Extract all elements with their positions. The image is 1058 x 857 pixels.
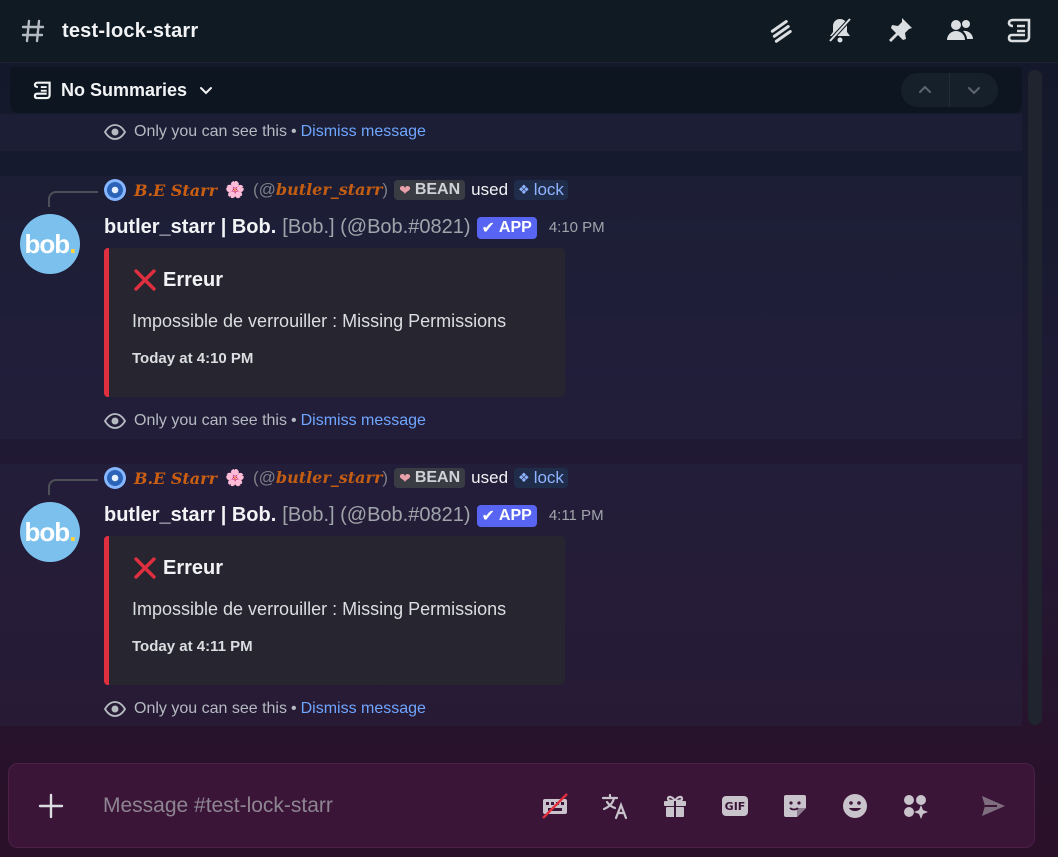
chevron-up-icon[interactable] <box>901 73 949 107</box>
apps-icon: ❖ <box>518 470 530 485</box>
cross-mark-icon <box>131 266 159 294</box>
timestamp[interactable]: 4:10 PM <box>549 219 605 236</box>
reply-context[interactable]: B.E Starr 🌸 (@butler_starr) ❤ BEAN used ❖… <box>104 467 568 489</box>
heart-icon: ❤ <box>399 181 411 198</box>
threads-icon[interactable] <box>764 14 796 46</box>
reply-username[interactable]: (@butler_starr) <box>253 180 388 200</box>
reply-display-name[interactable]: B.E Starr <box>134 181 217 200</box>
ephemeral-text: Only you can see this <box>134 123 287 140</box>
eye-icon <box>104 121 126 143</box>
summaries-dropdown-label[interactable]: No Summaries <box>61 80 187 101</box>
eye-icon <box>104 698 126 720</box>
heart-icon: ❤ <box>399 469 411 486</box>
separator: • <box>290 412 297 429</box>
app-badge: ✔ APP <box>476 216 537 239</box>
reply-spine <box>48 191 98 207</box>
send-icon[interactable] <box>977 790 1009 822</box>
error-embed: Erreur Impossible de verrouiller : Missi… <box>104 536 565 685</box>
reply-context[interactable]: B.E Starr 🌸 (@butler_starr) ❤ BEAN used ❖… <box>104 179 568 201</box>
message-composer: GIF <box>8 763 1035 848</box>
summaries-icon[interactable] <box>32 79 54 101</box>
pin-icon[interactable] <box>884 14 916 46</box>
app-badge: ✔ APP <box>476 504 537 527</box>
summaries-nav <box>901 73 998 107</box>
summaries-bar: No Summaries <box>10 67 1022 113</box>
notification-bell-muted-icon[interactable] <box>824 14 856 46</box>
check-icon: ✔ <box>481 219 495 237</box>
channel-header: test-lock-starr <box>0 0 1058 63</box>
avatar[interactable]: bob. <box>20 214 80 274</box>
reply-spine <box>48 479 98 495</box>
embed-description: Impossible de verrouiller : Missing Perm… <box>132 599 507 619</box>
author-name[interactable]: butler_starr | Bob. <box>104 216 276 239</box>
plus-icon[interactable] <box>35 790 67 822</box>
author-suffix: [Bob.] (@Bob.#0821) <box>282 504 471 526</box>
ephemeral-notice: Only you can see this • Dismiss message <box>104 698 426 720</box>
apps-icon[interactable] <box>899 790 931 822</box>
eye-icon <box>104 410 126 432</box>
embed-footer: Today at 4:11 PM <box>132 638 253 655</box>
author-suffix: [Bob.] (@Bob.#0821) <box>282 216 471 238</box>
separator: • <box>290 123 297 140</box>
summaries-icon[interactable] <box>1004 14 1036 46</box>
emoji-icon[interactable] <box>839 790 871 822</box>
member-list-icon[interactable] <box>944 14 976 46</box>
nitro-keyboard-off-icon[interactable] <box>539 790 571 822</box>
separator: • <box>290 700 297 717</box>
reply-avatar[interactable] <box>104 179 126 201</box>
guild-tag[interactable]: ❤ BEAN <box>394 180 466 200</box>
used-label: used <box>471 180 509 199</box>
embed-title: Erreur <box>131 266 223 294</box>
ephemeral-text: Only you can see this <box>134 412 287 429</box>
chevron-down-icon[interactable] <box>949 73 998 107</box>
embed-footer: Today at 4:10 PM <box>132 350 254 367</box>
translate-icon[interactable] <box>599 790 631 822</box>
used-label: used <box>471 468 509 487</box>
cross-mark-icon <box>131 554 159 582</box>
dismiss-message-link[interactable]: Dismiss message <box>301 123 426 141</box>
slash-command[interactable]: ❖ lock <box>514 468 568 488</box>
embed-title: Erreur <box>131 554 223 582</box>
author-name[interactable]: butler_starr | Bob. <box>104 504 276 527</box>
message-header: butler_starr | Bob. [Bob.] (@Bob.#0821) … <box>104 504 604 527</box>
ephemeral-text: Only you can see this <box>134 700 287 717</box>
ephemeral-notice: Only you can see this • Dismiss message <box>104 410 426 432</box>
gift-icon[interactable] <box>659 790 691 822</box>
reply-display-name[interactable]: B.E Starr <box>134 469 217 488</box>
flower-emoji: 🌸 <box>225 470 245 487</box>
dismiss-message-link[interactable]: Dismiss message <box>301 700 426 718</box>
reply-avatar[interactable] <box>104 467 126 489</box>
sticker-icon[interactable] <box>779 790 811 822</box>
message-header: butler_starr | Bob. [Bob.] (@Bob.#0821) … <box>104 216 605 239</box>
scrollbar[interactable] <box>1028 70 1042 725</box>
avatar[interactable]: bob. <box>20 502 80 562</box>
hashtag-icon <box>20 18 46 44</box>
gif-icon[interactable]: GIF <box>719 790 751 822</box>
slash-command[interactable]: ❖ lock <box>514 180 568 200</box>
error-embed: Erreur Impossible de verrouiller : Missi… <box>104 248 565 397</box>
guild-tag[interactable]: ❤ BEAN <box>394 468 466 488</box>
chevron-down-icon[interactable] <box>197 81 215 99</box>
ephemeral-notice: Only you can see this • Dismiss message <box>104 121 426 143</box>
reply-username[interactable]: (@butler_starr) <box>253 468 388 488</box>
flower-emoji: 🌸 <box>225 182 245 199</box>
message-input[interactable] <box>103 786 523 826</box>
check-icon: ✔ <box>481 507 495 525</box>
timestamp[interactable]: 4:11 PM <box>549 507 604 524</box>
apps-icon: ❖ <box>518 182 530 197</box>
dismiss-message-link[interactable]: Dismiss message <box>301 412 426 430</box>
channel-name: test-lock-starr <box>62 19 199 42</box>
embed-description: Impossible de verrouiller : Missing Perm… <box>132 311 507 331</box>
